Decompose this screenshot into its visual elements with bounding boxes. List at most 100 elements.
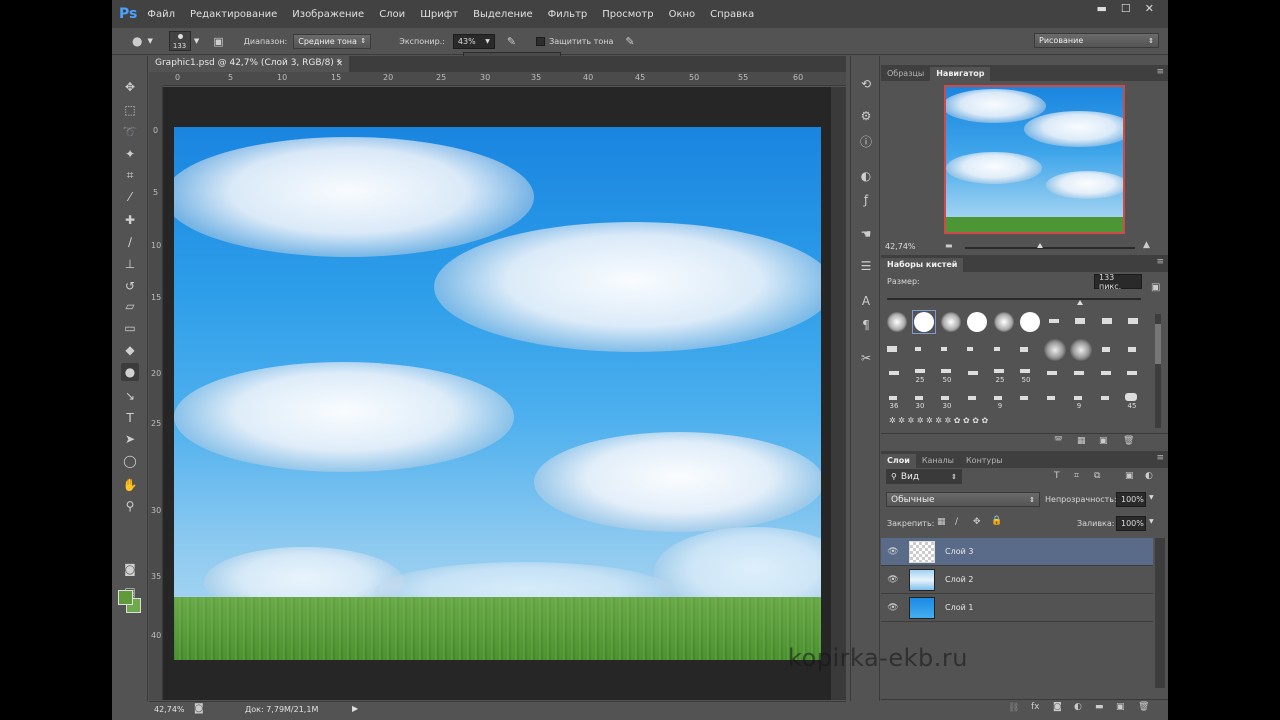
brush-preset[interactable] <box>968 396 976 400</box>
exposure-input[interactable]: 43% ▼ <box>452 33 495 49</box>
brush-preset[interactable] <box>968 371 978 375</box>
protect-tones-checkbox[interactable] <box>536 36 546 46</box>
toggle-brush-panel-icon[interactable]: ◚ <box>1054 436 1063 446</box>
brush-preset[interactable] <box>1074 371 1084 375</box>
brush-preset[interactable] <box>994 396 1002 400</box>
brush-preset[interactable] <box>1128 318 1138 324</box>
layer-filter-select[interactable]: ⚲ Вид ⇕ <box>886 469 962 484</box>
move-tool-icon[interactable]: ✥ <box>121 78 139 96</box>
adjustments-icon[interactable]: ◐ <box>858 168 874 184</box>
brush-preset[interactable] <box>1125 393 1137 401</box>
sky-grass-artwork[interactable] <box>174 127 821 660</box>
crop-tool-icon[interactable]: ⌗ <box>121 166 139 184</box>
range-select[interactable]: Средние тона ⇕ <box>293 33 372 49</box>
link-layers-icon[interactable]: ⛓ <box>1008 703 1019 713</box>
panel-menu-icon[interactable]: ≡ <box>1156 257 1164 267</box>
chevron-down-icon[interactable]: ▼ <box>1149 518 1154 525</box>
tab-paths[interactable]: Контуры <box>960 454 1009 468</box>
brush-size-thumb[interactable] <box>1077 300 1083 305</box>
filter-type-icon[interactable]: T <box>1054 471 1060 481</box>
brush-preset[interactable] <box>1127 371 1137 375</box>
brush-preset[interactable] <box>1020 396 1028 400</box>
brush-tool-icon[interactable]: ∕ <box>121 233 139 251</box>
menu-select[interactable]: Выделение <box>473 9 533 20</box>
brush-preset[interactable] <box>1049 319 1059 323</box>
brush-preset[interactable] <box>889 396 897 400</box>
brush-preset[interactable] <box>1075 318 1085 324</box>
menu-help[interactable]: Справка <box>710 9 754 20</box>
brush-preset[interactable] <box>1101 396 1109 400</box>
hand-tool-icon[interactable]: ✋ <box>121 476 139 494</box>
tools-icon[interactable]: ✂ <box>858 350 874 366</box>
brush-preset[interactable] <box>1128 347 1136 352</box>
brush-preset[interactable] <box>941 312 961 332</box>
zoom-in-icon[interactable]: ▲ <box>1143 240 1150 250</box>
sponge-tool-icon[interactable]: ● <box>121 363 139 381</box>
brush-preset[interactable] <box>889 371 899 375</box>
brush-preset[interactable] <box>941 369 951 373</box>
brush-preset[interactable] <box>967 347 973 351</box>
type-tool-icon[interactable]: T <box>121 409 139 427</box>
add-mask-icon[interactable]: ◙ <box>1053 702 1062 712</box>
filter-shape-icon[interactable]: ⌗ <box>1074 471 1079 481</box>
opacity-input[interactable]: 100% <box>1116 492 1146 507</box>
eye-icon[interactable]: 👁 <box>881 603 905 613</box>
marquee-tool-icon[interactable]: ⬚ <box>121 101 139 119</box>
chevron-down-icon[interactable]: ▼ <box>1149 494 1154 501</box>
navigator-thumbnail[interactable] <box>944 85 1125 234</box>
chevron-down-icon[interactable]: ▼ <box>147 37 152 45</box>
brush-panel-icon[interactable]: ☰ <box>858 258 874 274</box>
quick-mask-icon[interactable]: ◙ <box>121 560 139 578</box>
workspace-select[interactable]: Рисование ⇕ <box>1034 33 1159 48</box>
navigator-zoom-slider[interactable] <box>965 247 1135 249</box>
brush-preset[interactable] <box>1020 312 1040 332</box>
history-icon[interactable]: ⟲ <box>858 76 874 92</box>
pen-tool-icon[interactable]: ↘ <box>121 387 139 405</box>
layer-row[interactable]: 👁 Слой 2 <box>881 566 1153 594</box>
properties-icon[interactable]: ⚙ <box>858 108 874 124</box>
menu-image[interactable]: Изображение <box>292 9 364 20</box>
tab-layers[interactable]: Слои <box>881 454 916 468</box>
menu-type[interactable]: Шрифт <box>420 9 458 20</box>
brush-preset[interactable] <box>994 312 1014 332</box>
magic-wand-tool-icon[interactable]: ✦ <box>121 145 139 163</box>
brush-picker[interactable]: 133 <box>168 31 191 51</box>
adjustment-layer-icon[interactable]: ◐ <box>1074 702 1082 712</box>
ellipse-tool-icon[interactable]: ◯ <box>121 452 139 470</box>
eye-icon[interactable]: 👁 <box>881 575 905 585</box>
brush-preset[interactable] <box>915 347 921 351</box>
new-brush-preset-icon[interactable]: ▣ <box>1151 282 1160 293</box>
path-selection-tool-icon[interactable]: ➤ <box>121 430 139 448</box>
layer-row[interactable]: 👁 Слой 3 <box>881 538 1153 566</box>
brush-panel-toggle-icon[interactable]: ▣ <box>213 35 223 48</box>
close-tab-icon[interactable]: ✕ <box>336 56 343 71</box>
info-icon[interactable]: ⓘ <box>858 134 874 150</box>
lasso-tool-icon[interactable]: ➰ <box>121 123 139 141</box>
paragraph-icon[interactable]: ¶ <box>858 317 874 333</box>
brush-preset[interactable] <box>887 312 907 332</box>
airbrush-icon[interactable]: ✎ <box>507 35 516 48</box>
character-icon[interactable]: A <box>858 293 874 309</box>
brush-preset[interactable] <box>967 312 987 332</box>
status-menu-arrow-icon[interactable]: ▶ <box>352 704 358 713</box>
zoom-out-icon[interactable]: ▬ <box>945 241 953 250</box>
lock-position-icon[interactable]: ✥ <box>973 517 981 527</box>
minimize-button[interactable]: ▬ <box>1097 2 1107 15</box>
brush-preset[interactable] <box>1074 396 1082 400</box>
lock-pixels-icon[interactable]: ∕ <box>955 517 958 527</box>
menu-window[interactable]: Окно <box>669 9 696 20</box>
navigator-zoom-thumb[interactable] <box>1037 243 1043 248</box>
tab-brush-presets[interactable]: Наборы кистей <box>881 258 964 272</box>
brush-size-slider[interactable] <box>887 298 1141 300</box>
menu-edit[interactable]: Редактирование <box>190 9 277 20</box>
brush-preset[interactable] <box>941 396 949 400</box>
sponge-tool-preset-icon[interactable]: ● <box>132 34 142 48</box>
brush-preset[interactable] <box>1102 318 1112 324</box>
filter-smart-object-icon[interactable]: ⧉ <box>1094 471 1100 481</box>
history-brush-tool-icon[interactable]: ↺ <box>121 277 139 295</box>
brush-preset[interactable] <box>914 312 934 332</box>
menu-view[interactable]: Просмотр <box>602 9 653 20</box>
layer-style-icon[interactable]: fx <box>1031 702 1040 712</box>
lock-all-icon[interactable]: 🔒 <box>991 516 1002 526</box>
brush-preset[interactable] <box>915 396 923 400</box>
